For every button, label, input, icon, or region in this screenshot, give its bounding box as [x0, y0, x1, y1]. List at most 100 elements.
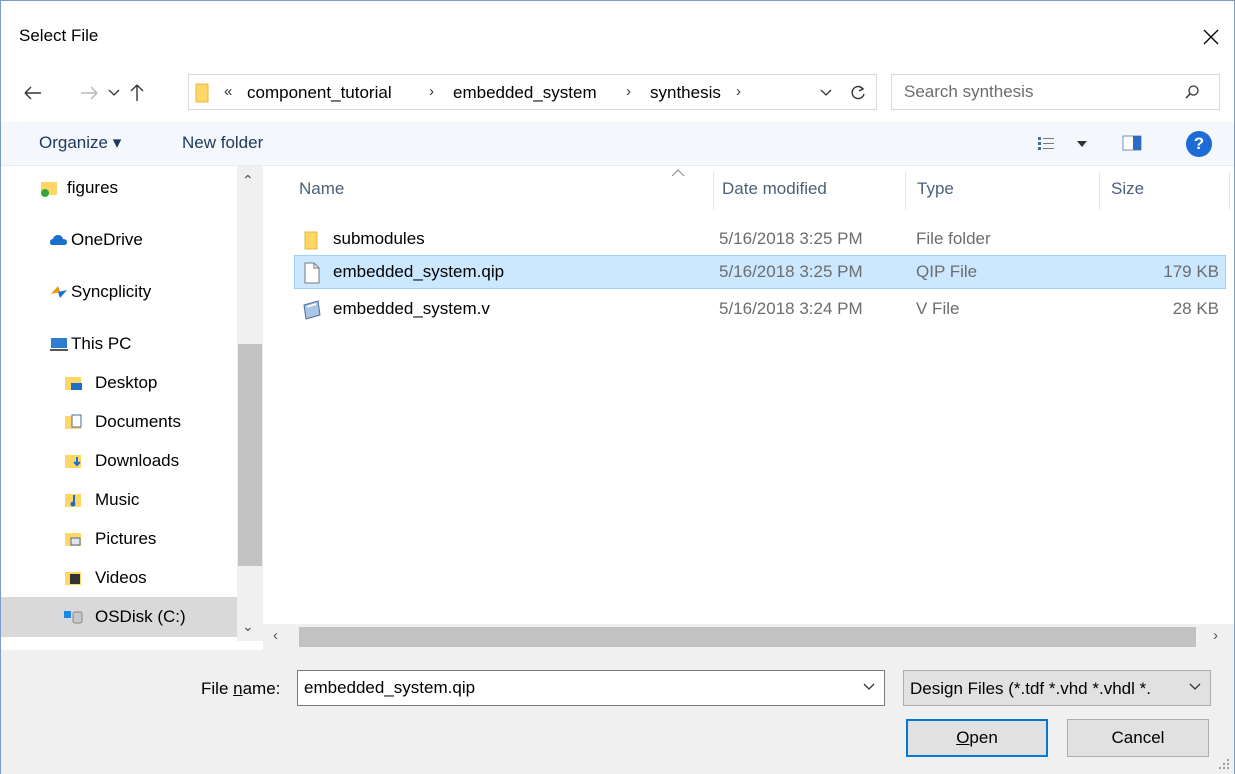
command-toolbar: Organize ▾ New folder ? [1, 122, 1234, 166]
view-options-icon[interactable] [1037, 136, 1055, 152]
search-input[interactable] [892, 75, 1182, 109]
file-date: 5/16/2018 3:25 PM [719, 229, 863, 248]
sidebar-item-figures[interactable]: figures [1, 170, 237, 206]
sidebar-item-pictures[interactable]: Pictures [1, 521, 237, 557]
resize-grip-icon[interactable] [1216, 756, 1230, 770]
cancel-button[interactable]: Cancel [1067, 719, 1209, 757]
file-date: 5/16/2018 3:24 PM [719, 299, 863, 318]
scroll-down-arrow[interactable]: ⌄ [242, 618, 254, 635]
breadcrumb-synthesis[interactable]: synthesis [650, 83, 721, 103]
scrollbar-thumb[interactable] [299, 627, 1196, 647]
view-dropdown-icon[interactable] [1077, 141, 1087, 147]
syncplicity-icon [51, 286, 67, 298]
file-size: 28 KB [1172, 299, 1219, 318]
new-folder-button[interactable]: New folder [182, 133, 263, 153]
file-name-label: File name: [201, 679, 281, 698]
pictures-folder-icon [65, 533, 81, 546]
file-size: 179 KB [1163, 262, 1219, 281]
column-header-type[interactable]: Type [917, 179, 954, 199]
drive-icon [64, 611, 83, 624]
file-row[interactable]: submodules 5/16/2018 3:25 PM File folder [294, 222, 1226, 256]
v-file-icon [303, 300, 321, 320]
column-header-size[interactable]: Size [1111, 179, 1144, 199]
column-headers: Name Date modified Type Size [263, 166, 1234, 212]
sidebar-item-label: Downloads [95, 451, 180, 470]
scroll-up-arrow[interactable]: ⌃ [242, 172, 254, 189]
file-name-input[interactable] [298, 671, 848, 705]
address-bar[interactable]: « component_tutorial › embedded_system ›… [188, 74, 877, 110]
file-icon [304, 262, 320, 284]
column-divider[interactable] [1099, 172, 1100, 210]
organize-menu[interactable]: Organize ▾ [39, 133, 121, 153]
back-button[interactable] [21, 79, 45, 107]
sidebar-item-label: OSDisk (C:) [95, 607, 186, 626]
file-name: embedded_system.v [333, 299, 490, 318]
sidebar-item-syncplicity[interactable]: Syncplicity [1, 274, 237, 310]
scrollbar-thumb[interactable] [238, 344, 262, 566]
sidebar-item-label: figures [67, 178, 119, 197]
preview-pane-icon[interactable] [1122, 135, 1142, 151]
up-button[interactable] [125, 79, 149, 107]
file-type-filter[interactable]: Design Files (*.tdf *.vhd *.vhdl *. [903, 670, 1211, 706]
sidebar-item-label: Pictures [95, 529, 157, 548]
sidebar-item-label: Music [95, 490, 140, 509]
sidebar-item-osdisk[interactable]: OSDisk (C:) [1, 597, 237, 637]
sidebar-item-this-pc[interactable]: This PC [1, 326, 237, 362]
file-name: submodules [333, 229, 425, 248]
breadcrumb-component-tutorial[interactable]: component_tutorial [247, 83, 392, 103]
column-header-date[interactable]: Date modified [722, 179, 827, 199]
search-box[interactable] [891, 74, 1220, 110]
file-list: Name Date modified Type Size submodules … [263, 166, 1234, 641]
column-divider[interactable] [905, 172, 906, 210]
breadcrumb-separator[interactable]: › [626, 83, 631, 100]
select-file-dialog: Select File « component_tutorial › embed… [0, 0, 1235, 774]
sidebar-item-videos[interactable]: Videos [1, 560, 237, 596]
arrow-up-icon [130, 84, 144, 101]
chevron-down-icon [108, 89, 120, 96]
help-label: ? [1193, 134, 1205, 153]
recent-locations-button[interactable] [104, 79, 124, 107]
sidebar-item-music[interactable]: Music [1, 482, 237, 518]
scroll-right-arrow[interactable]: › [1213, 627, 1218, 644]
documents-folder-icon [65, 414, 82, 429]
sidebar-item-label: Desktop [95, 373, 158, 392]
breadcrumb-embedded-system[interactable]: embedded_system [453, 83, 597, 103]
arrow-left-icon [24, 86, 41, 100]
sidebar-item-onedrive[interactable]: OneDrive [1, 222, 237, 258]
open-button[interactable]: Open [906, 719, 1048, 757]
navigation-scrollbar[interactable]: ⌃ ⌄ [237, 166, 263, 641]
downloads-folder-icon [65, 455, 81, 468]
chevron-down-icon[interactable] [862, 679, 876, 693]
sidebar-item-downloads[interactable]: Downloads [1, 443, 237, 479]
address-dropdown-icon[interactable] [820, 89, 832, 97]
folder-sync-icon [41, 182, 57, 197]
help-icon[interactable]: ? [1186, 131, 1212, 157]
forward-button[interactable] [77, 79, 101, 107]
folder-icon [304, 231, 318, 250]
column-divider[interactable] [1229, 172, 1230, 210]
breadcrumb-separator[interactable]: › [429, 83, 434, 100]
file-name-field[interactable] [297, 670, 885, 706]
breadcrumb-separator[interactable]: › [736, 83, 741, 100]
file-row[interactable]: embedded_system.v 5/16/2018 3:24 PM V Fi… [294, 292, 1226, 326]
folder-icon [195, 83, 209, 103]
address-overflow-chevron[interactable]: « [224, 83, 232, 100]
arrow-right-icon [81, 86, 98, 100]
sidebar-item-desktop[interactable]: Desktop [1, 365, 237, 401]
title-bar: Select File [1, 1, 1234, 71]
window-title: Select File [19, 26, 99, 45]
sidebar-item-documents[interactable]: Documents [1, 404, 237, 440]
column-divider[interactable] [713, 172, 714, 210]
search-icon[interactable] [1184, 84, 1200, 100]
sidebar-item-label: Documents [95, 412, 181, 431]
file-row-selected[interactable]: embedded_system.qip 5/16/2018 3:25 PM QI… [294, 255, 1226, 289]
file-type-filter-value: Design Files (*.tdf *.vhd *.vhdl *. [910, 679, 1151, 698]
file-date: 5/16/2018 3:25 PM [719, 262, 863, 281]
file-name: embedded_system.qip [333, 262, 505, 281]
scroll-left-arrow[interactable]: ‹ [273, 627, 278, 644]
close-button[interactable] [1191, 19, 1231, 55]
horizontal-scrollbar[interactable]: ‹ › [263, 624, 1234, 650]
sidebar-item-label: This PC [71, 334, 132, 353]
column-header-name[interactable]: Name [299, 179, 344, 199]
refresh-icon[interactable] [849, 84, 867, 102]
